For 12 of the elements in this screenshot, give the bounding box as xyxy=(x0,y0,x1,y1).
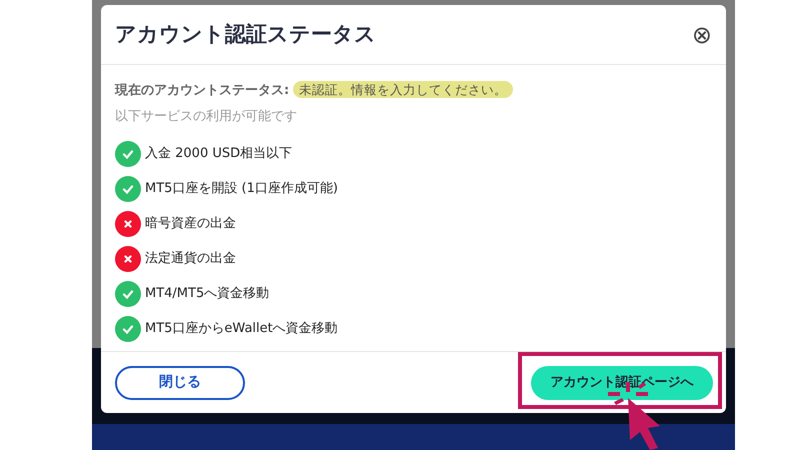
service-label: 法定通貨の出金 xyxy=(145,250,236,268)
status-label: 現在のアカウントステータス: xyxy=(115,83,290,98)
service-label: MT5口座からeWalletへ資金移動 xyxy=(145,320,338,338)
close-button[interactable]: ⊗ xyxy=(692,22,712,46)
service-label: 入金 2000 USD相当以下 xyxy=(145,145,292,164)
service-label: 暗号資産の出金 xyxy=(145,215,236,234)
dialog-title: アカウント認証ステータス xyxy=(115,20,376,48)
service-label: MT4/MT5へ資金移動 xyxy=(145,285,270,304)
subtitle-text: 以下サービスの利用が可能です xyxy=(115,108,298,126)
close-button[interactable]: 閉じる xyxy=(115,366,245,400)
status-value: 未認証。情報を入力してください。 xyxy=(293,81,514,98)
service-label: MT5口座を開設 (1口座作成可能) xyxy=(145,180,338,198)
